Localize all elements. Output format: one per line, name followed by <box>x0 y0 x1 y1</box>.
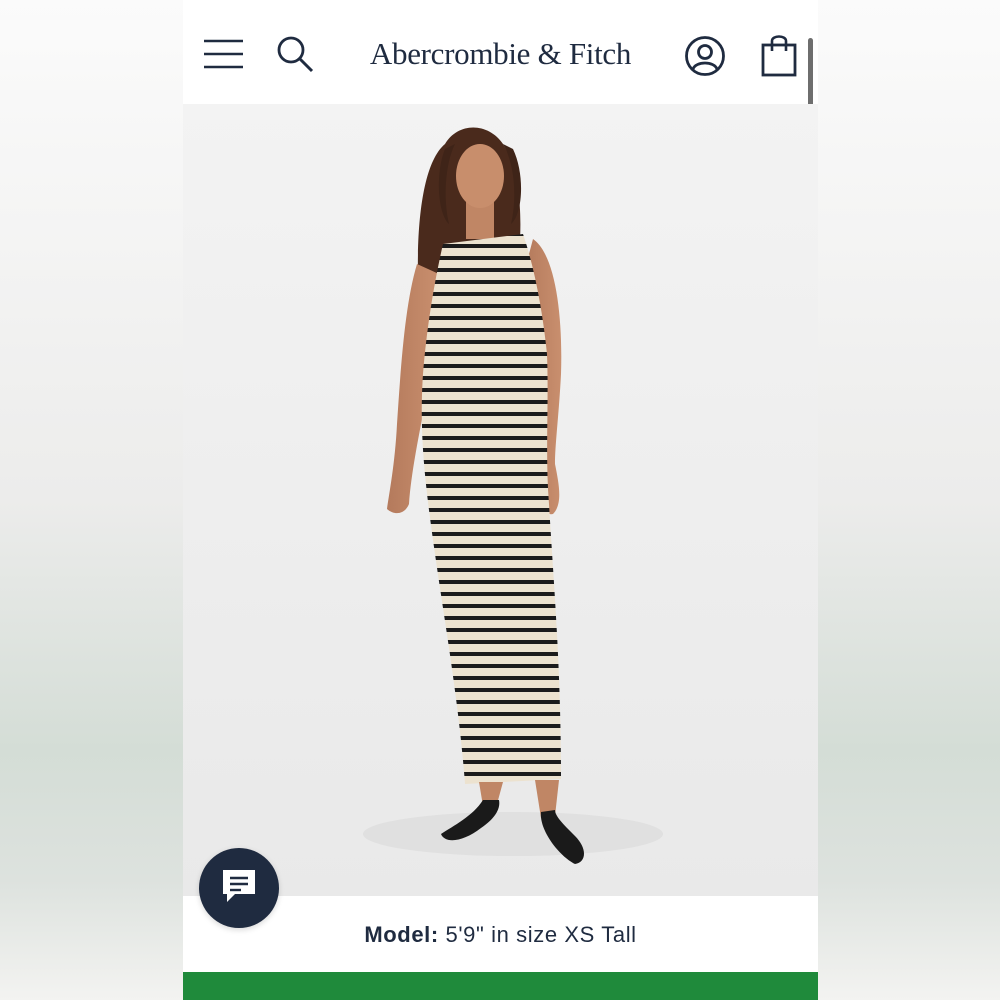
site-header: Abercrombie & Fitch <box>183 0 818 110</box>
model-size-info: Model: 5'9" in size XS Tall <box>183 922 818 948</box>
hamburger-menu-icon[interactable] <box>203 36 245 72</box>
page-scrollbar[interactable] <box>808 38 813 110</box>
shopping-bag-icon[interactable] <box>759 32 799 78</box>
chat-button[interactable] <box>199 848 279 928</box>
product-image[interactable] <box>183 104 818 896</box>
model-value: 5'9" in size XS Tall <box>445 922 637 947</box>
chat-icon <box>219 866 259 911</box>
right-background-blur <box>818 0 1000 1000</box>
phone-screen: Abercrombie & Fitch Model: 5'9" in size … <box>183 0 818 1000</box>
bottom-banner[interactable] <box>183 972 818 1000</box>
account-icon[interactable] <box>683 34 727 78</box>
model-label: Model: <box>364 922 439 947</box>
left-background-blur <box>0 0 183 1000</box>
brand-logo[interactable]: Abercrombie & Fitch <box>333 36 668 72</box>
search-icon[interactable] <box>275 34 315 74</box>
